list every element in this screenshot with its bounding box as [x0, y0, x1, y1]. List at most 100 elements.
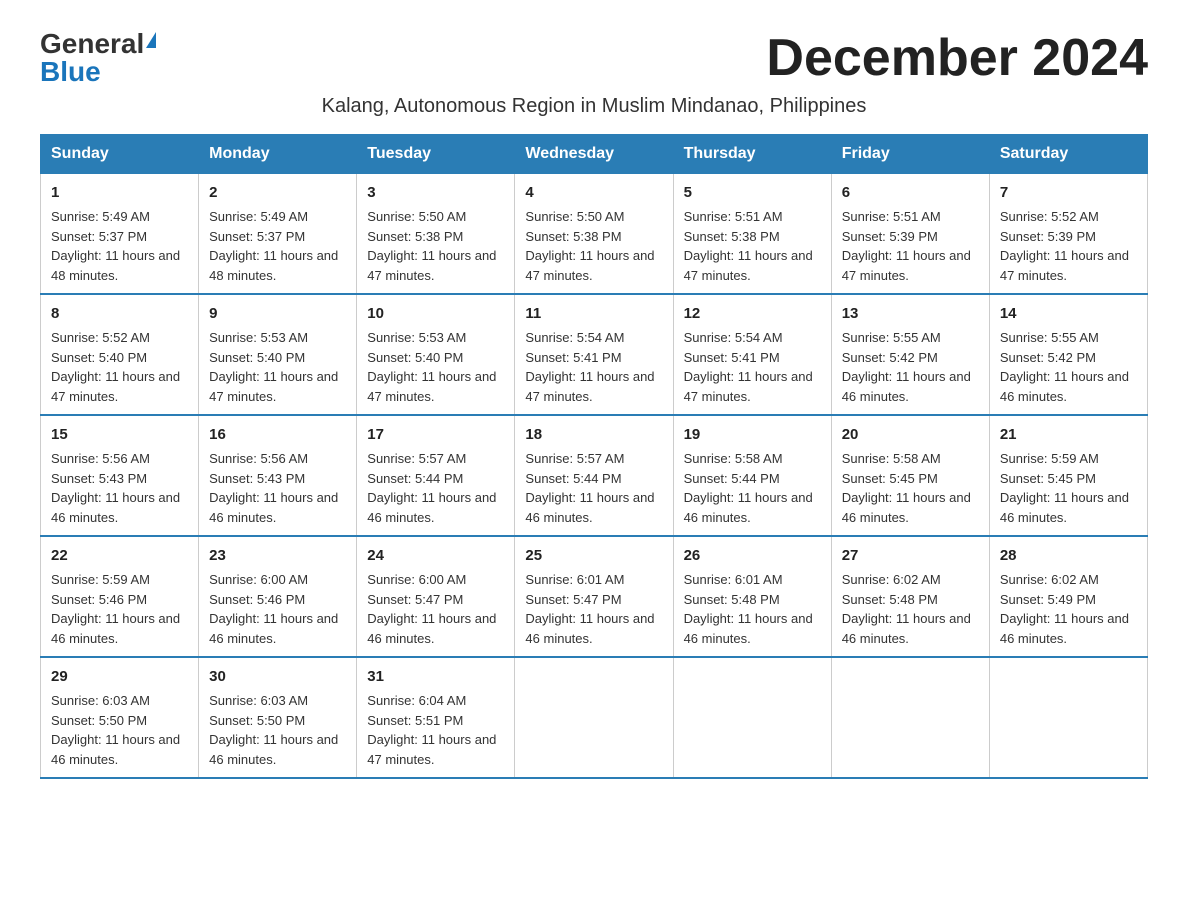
day-number: 16: [209, 424, 346, 446]
calendar-cell: 23Sunrise: 6:00 AMSunset: 5:46 PMDayligh…: [199, 536, 357, 657]
day-number: 12: [684, 303, 821, 325]
day-number: 4: [525, 182, 662, 204]
day-number: 9: [209, 303, 346, 325]
logo: General Blue: [40, 30, 156, 86]
day-number: 2: [209, 182, 346, 204]
day-info: Sunrise: 5:53 AMSunset: 5:40 PMDaylight:…: [209, 330, 338, 404]
day-info: Sunrise: 5:54 AMSunset: 5:41 PMDaylight:…: [684, 330, 813, 404]
day-number: 26: [684, 545, 821, 567]
day-number: 19: [684, 424, 821, 446]
day-number: 20: [842, 424, 979, 446]
day-info: Sunrise: 6:02 AMSunset: 5:48 PMDaylight:…: [842, 572, 971, 646]
calendar-cell: 17 Sunrise: 5:57 AMSunset: 5:44 PMDayligh…: [357, 415, 515, 536]
day-number: 22: [51, 545, 188, 567]
day-info: Sunrise: 5:53 AMSunset: 5:40 PMDaylight:…: [367, 330, 496, 404]
day-number: 1: [51, 182, 188, 204]
day-info: Sunrise: 5:57 AMSunset: 5:44 PMDaylight:…: [525, 451, 654, 525]
logo-general-text: General: [40, 30, 144, 58]
day-info: Sunrise: 5:57 AMSunset: 5:44 PMDaylight:…: [367, 451, 496, 525]
day-info: Sunrise: 6:00 AMSunset: 5:46 PMDaylight:…: [209, 572, 338, 646]
calendar-cell: 5 Sunrise: 5:51 AMSunset: 5:38 PMDaylight…: [673, 174, 831, 295]
day-info: Sunrise: 5:52 AMSunset: 5:39 PMDaylight:…: [1000, 209, 1129, 283]
calendar-header-sunday: Sunday: [41, 135, 199, 174]
calendar-cell: 18 Sunrise: 5:57 AMSunset: 5:44 PMDayligh…: [515, 415, 673, 536]
calendar-cell: 30 Sunrise: 6:03 AMSunset: 5:50 PMDayligh…: [199, 657, 357, 778]
page-title: December 2024: [766, 30, 1148, 87]
calendar-cell: 14 Sunrise: 5:55 AMSunset: 5:42 PMDayligh…: [989, 294, 1147, 415]
calendar-header-wednesday: Wednesday: [515, 135, 673, 174]
calendar-cell: 22Sunrise: 5:59 AMSunset: 5:46 PMDayligh…: [41, 536, 199, 657]
day-number: 25: [525, 545, 662, 567]
day-info: Sunrise: 6:03 AMSunset: 5:50 PMDaylight:…: [209, 693, 338, 767]
calendar-cell: 12 Sunrise: 5:54 AMSunset: 5:41 PMDayligh…: [673, 294, 831, 415]
day-info: Sunrise: 5:49 AMSunset: 5:37 PMDaylight:…: [209, 209, 338, 283]
calendar-cell: 29 Sunrise: 6:03 AMSunset: 5:50 PMDayligh…: [41, 657, 199, 778]
day-number: 30: [209, 666, 346, 688]
calendar-cell: 24Sunrise: 6:00 AMSunset: 5:47 PMDayligh…: [357, 536, 515, 657]
day-number: 13: [842, 303, 979, 325]
day-number: 24: [367, 545, 504, 567]
day-number: 21: [1000, 424, 1137, 446]
day-number: 29: [51, 666, 188, 688]
calendar-cell: 13 Sunrise: 5:55 AMSunset: 5:42 PMDayligh…: [831, 294, 989, 415]
day-number: 14: [1000, 303, 1137, 325]
day-number: 10: [367, 303, 504, 325]
day-info: Sunrise: 5:58 AMSunset: 5:45 PMDaylight:…: [842, 451, 971, 525]
day-info: Sunrise: 6:02 AMSunset: 5:49 PMDaylight:…: [1000, 572, 1129, 646]
day-number: 17: [367, 424, 504, 446]
calendar-header-thursday: Thursday: [673, 135, 831, 174]
calendar-header-row: SundayMondayTuesdayWednesdayThursdayFrid…: [41, 135, 1148, 174]
calendar-header-monday: Monday: [199, 135, 357, 174]
calendar-cell: 16 Sunrise: 5:56 AMSunset: 5:43 PMDayligh…: [199, 415, 357, 536]
calendar-header-tuesday: Tuesday: [357, 135, 515, 174]
calendar-cell: 27 Sunrise: 6:02 AMSunset: 5:48 PMDayligh…: [831, 536, 989, 657]
calendar-week-row: 1 Sunrise: 5:49 AMSunset: 5:37 PMDaylight…: [41, 174, 1148, 295]
calendar-cell: [989, 657, 1147, 778]
calendar-week-row: 15 Sunrise: 5:56 AMSunset: 5:43 PMDayligh…: [41, 415, 1148, 536]
calendar-cell: 20 Sunrise: 5:58 AMSunset: 5:45 PMDayligh…: [831, 415, 989, 536]
day-info: Sunrise: 6:01 AMSunset: 5:47 PMDaylight:…: [525, 572, 654, 646]
day-number: 3: [367, 182, 504, 204]
calendar-cell: [831, 657, 989, 778]
day-number: 18: [525, 424, 662, 446]
calendar-cell: 11Sunrise: 5:54 AMSunset: 5:41 PMDayligh…: [515, 294, 673, 415]
page-header: General Blue December 2024: [40, 30, 1148, 87]
calendar-cell: [515, 657, 673, 778]
day-info: Sunrise: 5:58 AMSunset: 5:44 PMDaylight:…: [684, 451, 813, 525]
day-number: 31: [367, 666, 504, 688]
calendar-cell: 9 Sunrise: 5:53 AMSunset: 5:40 PMDaylight…: [199, 294, 357, 415]
day-number: 8: [51, 303, 188, 325]
day-info: Sunrise: 5:55 AMSunset: 5:42 PMDaylight:…: [1000, 330, 1129, 404]
calendar-table: SundayMondayTuesdayWednesdayThursdayFrid…: [40, 134, 1148, 779]
day-info: Sunrise: 6:03 AMSunset: 5:50 PMDaylight:…: [51, 693, 180, 767]
calendar-cell: [673, 657, 831, 778]
calendar-cell: 21Sunrise: 5:59 AMSunset: 5:45 PMDayligh…: [989, 415, 1147, 536]
page-subtitle: Kalang, Autonomous Region in Muslim Mind…: [40, 95, 1148, 118]
day-number: 15: [51, 424, 188, 446]
day-info: Sunrise: 5:52 AMSunset: 5:40 PMDaylight:…: [51, 330, 180, 404]
calendar-week-row: 29 Sunrise: 6:03 AMSunset: 5:50 PMDayligh…: [41, 657, 1148, 778]
calendar-cell: 15Sunrise: 5:56 AMSunset: 5:43 PMDayligh…: [41, 415, 199, 536]
day-info: Sunrise: 6:04 AMSunset: 5:51 PMDaylight:…: [367, 693, 496, 767]
calendar-cell: 1Sunrise: 5:49 AMSunset: 5:37 PMDaylight…: [41, 174, 199, 295]
calendar-week-row: 8 Sunrise: 5:52 AMSunset: 5:40 PMDaylight…: [41, 294, 1148, 415]
day-info: Sunrise: 5:50 AMSunset: 5:38 PMDaylight:…: [367, 209, 496, 283]
day-number: 7: [1000, 182, 1137, 204]
day-info: Sunrise: 6:01 AMSunset: 5:48 PMDaylight:…: [684, 572, 813, 646]
calendar-cell: 3 Sunrise: 5:50 AMSunset: 5:38 PMDaylight…: [357, 174, 515, 295]
logo-triangle-icon: [146, 32, 156, 48]
day-info: Sunrise: 5:51 AMSunset: 5:39 PMDaylight:…: [842, 209, 971, 283]
day-number: 27: [842, 545, 979, 567]
day-number: 28: [1000, 545, 1137, 567]
day-info: Sunrise: 5:56 AMSunset: 5:43 PMDaylight:…: [209, 451, 338, 525]
day-info: Sunrise: 5:55 AMSunset: 5:42 PMDaylight:…: [842, 330, 971, 404]
day-number: 5: [684, 182, 821, 204]
day-info: Sunrise: 5:50 AMSunset: 5:38 PMDaylight:…: [525, 209, 654, 283]
calendar-cell: 25 Sunrise: 6:01 AMSunset: 5:47 PMDayligh…: [515, 536, 673, 657]
calendar-cell: 26 Sunrise: 6:01 AMSunset: 5:48 PMDayligh…: [673, 536, 831, 657]
day-info: Sunrise: 5:51 AMSunset: 5:38 PMDaylight:…: [684, 209, 813, 283]
calendar-header-friday: Friday: [831, 135, 989, 174]
calendar-cell: 10 Sunrise: 5:53 AMSunset: 5:40 PMDayligh…: [357, 294, 515, 415]
logo-blue-text: Blue: [40, 58, 101, 86]
calendar-week-row: 22Sunrise: 5:59 AMSunset: 5:46 PMDayligh…: [41, 536, 1148, 657]
